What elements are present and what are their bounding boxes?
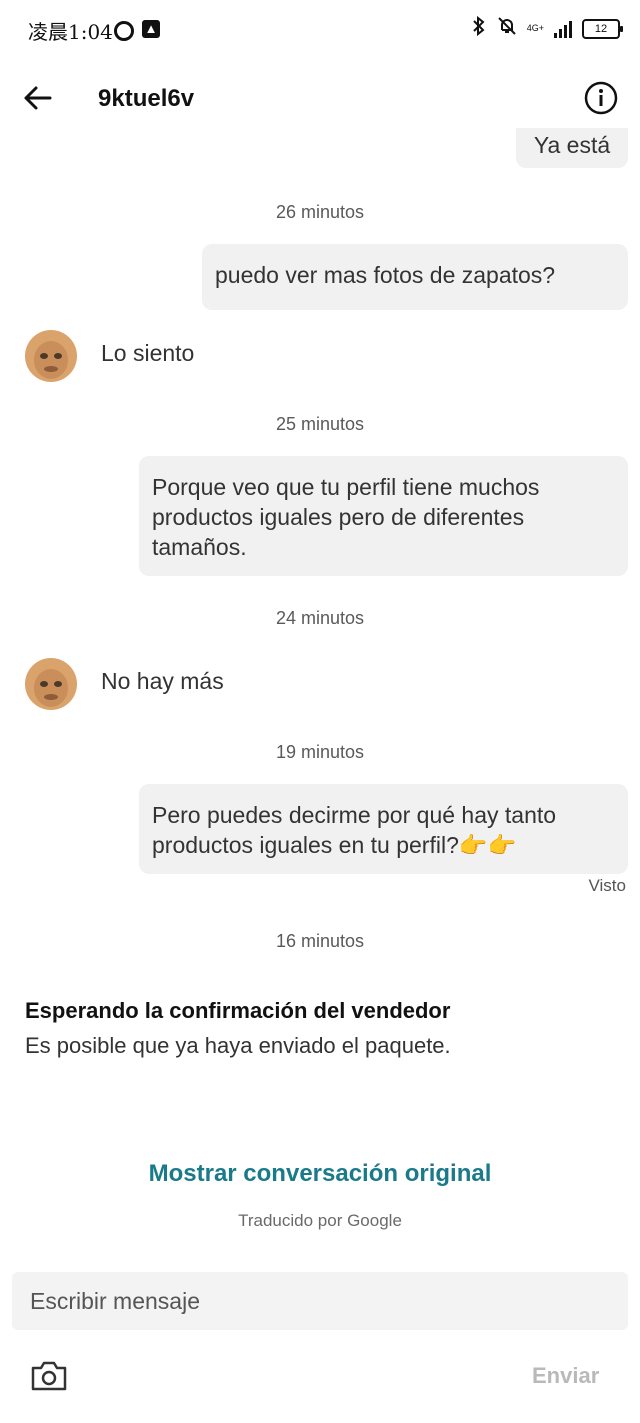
message-bubble-outgoing: Pero puedes decirme por qué hay tanto pr… <box>139 784 628 874</box>
message-bubble-outgoing: Porque veo que tu perfil tiene muchos pr… <box>139 456 628 576</box>
info-button[interactable] <box>584 81 618 115</box>
camera-icon <box>31 1361 67 1391</box>
timestamp: 16 minutos <box>275 931 365 951</box>
translated-by-label: Traducido por Google <box>238 1211 402 1230</box>
message-incoming: Lo siento <box>101 340 195 366</box>
message-bubble-outgoing: puedo ver mas fotos de zapatos? <box>202 244 628 310</box>
send-button[interactable]: Enviar <box>532 1363 599 1389</box>
upload-icon: ▲ <box>142 20 160 38</box>
info-icon <box>584 81 618 115</box>
battery-level: 12 <box>594 22 608 35</box>
status-time: 凌晨1:04 <box>28 20 113 44</box>
message-input-container <box>12 1272 628 1330</box>
battery-icon: 12 <box>582 18 623 39</box>
avatar[interactable] <box>25 658 77 710</box>
timestamp: 24 minutos <box>275 608 365 628</box>
camera-button[interactable] <box>30 1360 68 1392</box>
timestamp: 25 minutos <box>275 414 365 434</box>
network-type: 4G+ <box>526 23 544 33</box>
circle-icon <box>114 21 134 41</box>
timestamp: 19 minutos <box>275 742 365 762</box>
back-arrow-icon <box>24 86 52 110</box>
message-incoming: No hay más <box>101 668 224 694</box>
bluetooth-icon <box>471 15 487 41</box>
seen-status: Visto <box>588 876 627 895</box>
order-status-subtitle: Es posible que ya haya enviado el paquet… <box>25 1033 451 1058</box>
timestamp: 26 minutos <box>275 202 365 222</box>
message-bubble-partial: Ya está <box>516 128 628 168</box>
order-status-title: Esperando la confirmación del vendedor <box>25 998 451 1023</box>
back-button[interactable] <box>20 80 56 116</box>
mute-bell-icon <box>497 16 517 41</box>
message-input[interactable] <box>12 1272 628 1330</box>
show-original-link[interactable]: Mostrar conversación original <box>0 1160 640 1188</box>
status-icons: 4G+ 12 <box>471 15 623 41</box>
signal-icon <box>554 20 572 38</box>
avatar[interactable] <box>25 330 77 382</box>
chat-title: 9ktuel6v <box>98 85 195 112</box>
chat-scroll-top: Ya está <box>0 128 640 173</box>
